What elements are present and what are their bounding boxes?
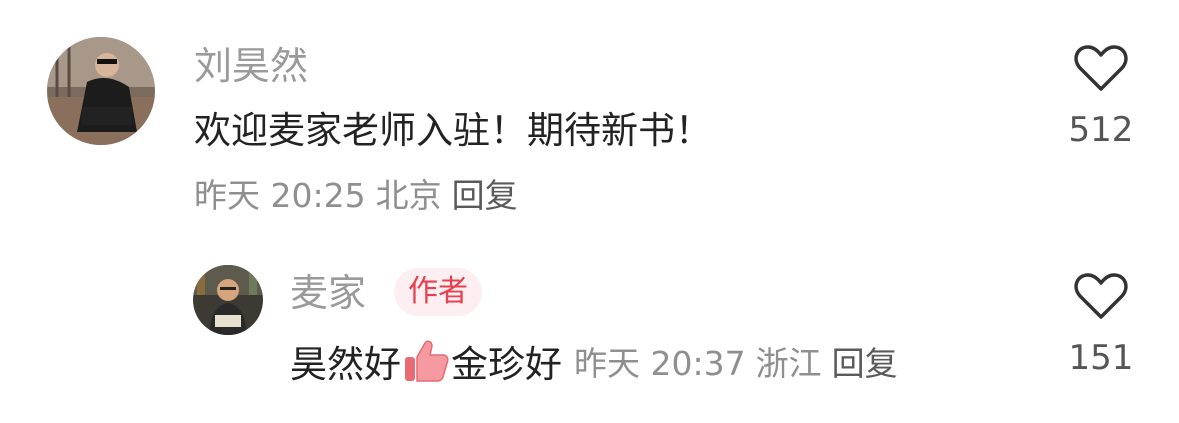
commenter-username[interactable]: 刘昊然 bbox=[194, 47, 308, 85]
reply-author-avatar[interactable] bbox=[193, 265, 263, 335]
comment-reply-button[interactable]: 回复 bbox=[452, 176, 518, 215]
reply-time: 昨天 20:37 bbox=[574, 344, 746, 383]
reply-reply-button[interactable]: 回复 bbox=[832, 344, 898, 383]
reply-meta: 昨天 20:37 浙江 回复 bbox=[574, 337, 908, 385]
reply-text-part1: 昊然好 bbox=[290, 343, 401, 386]
reply-location: 浙江 bbox=[755, 344, 822, 383]
author-badge: 作者 bbox=[394, 268, 482, 316]
reply-username[interactable]: 麦家 bbox=[290, 274, 366, 312]
commenter-avatar[interactable] bbox=[47, 37, 155, 145]
comment-location: 北京 bbox=[375, 176, 442, 215]
heart-icon[interactable] bbox=[1074, 44, 1128, 92]
heart-icon[interactable] bbox=[1074, 272, 1128, 320]
reply-like-count: 151 bbox=[1068, 338, 1134, 378]
reply-content-row: 昊然好 金珍好 昨天 20:37 浙江 回复 bbox=[290, 334, 908, 388]
comment-like-count: 512 bbox=[1068, 110, 1134, 150]
comment-text: 欢迎麦家老师入驻！期待新书！ bbox=[194, 109, 712, 152]
thumbs-up-emoji-icon bbox=[405, 340, 449, 382]
comment-meta: 昨天 20:25 北京 回复 bbox=[194, 179, 528, 212]
reply-text-part2: 金珍好 bbox=[451, 343, 562, 386]
comment-time: 昨天 20:25 bbox=[194, 176, 366, 215]
